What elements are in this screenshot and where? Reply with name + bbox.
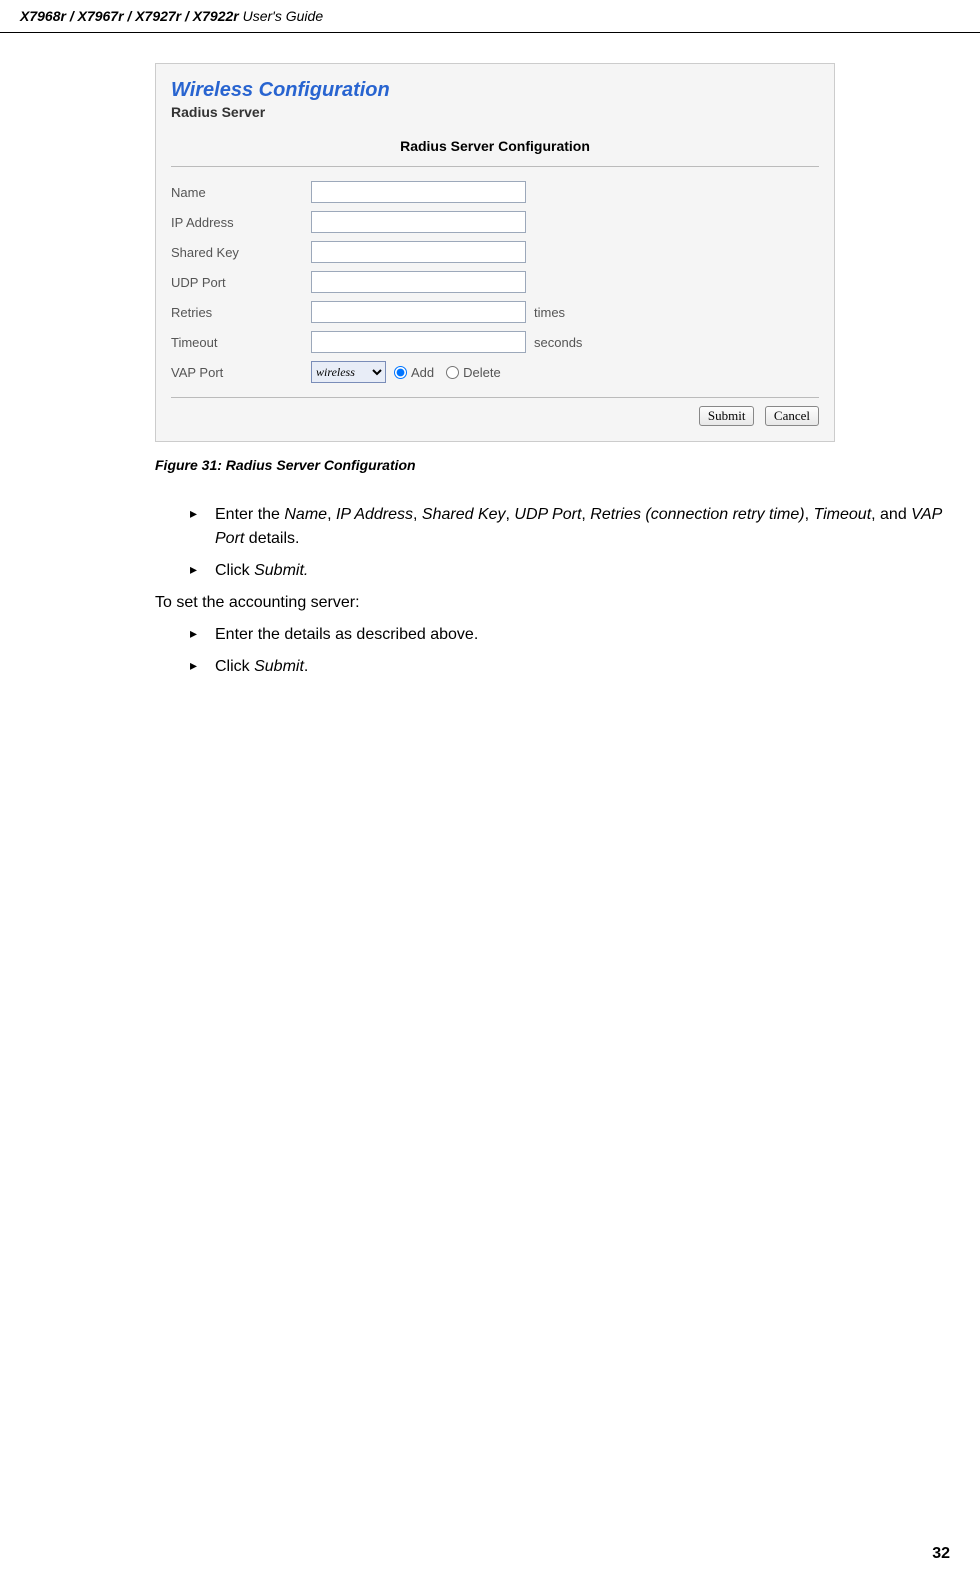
input-timeout[interactable] bbox=[311, 331, 526, 353]
label-shared-key: Shared Key bbox=[171, 245, 311, 260]
field-ref: Shared Key bbox=[422, 506, 506, 523]
label-name: Name bbox=[171, 185, 311, 200]
label-udp: UDP Port bbox=[171, 275, 311, 290]
button-row: Submit Cancel bbox=[156, 398, 834, 431]
field-ref: UDP Port bbox=[514, 506, 581, 523]
label-ip: IP Address bbox=[171, 215, 311, 230]
suffix-retries: times bbox=[534, 305, 565, 320]
input-ip[interactable] bbox=[311, 211, 526, 233]
label-retries: Retries bbox=[171, 305, 311, 320]
field-ref: Retries (connection retry time) bbox=[590, 506, 804, 523]
select-vap[interactable]: wireless bbox=[311, 361, 386, 383]
wireless-config-title: Wireless Configuration bbox=[156, 64, 834, 104]
text: Click bbox=[215, 658, 254, 675]
document-header: X7968r / X7967r / X7927r / X7922r User's… bbox=[0, 0, 980, 33]
row-shared-key: Shared Key bbox=[171, 237, 819, 267]
row-ip: IP Address bbox=[171, 207, 819, 237]
instruction-item-1: Enter the Name, IP Address, Shared Key, … bbox=[190, 503, 960, 551]
page-number: 32 bbox=[932, 1545, 950, 1563]
instruction-item-4: Click Submit. bbox=[190, 655, 960, 679]
figure-caption: Figure 31: Radius Server Configuration bbox=[155, 457, 960, 473]
text: details. bbox=[244, 530, 299, 547]
radio-add[interactable] bbox=[394, 366, 407, 379]
header-rest: User's Guide bbox=[239, 8, 323, 24]
instruction-item-3: Enter the details as described above. bbox=[190, 623, 960, 647]
radio-delete[interactable] bbox=[446, 366, 459, 379]
text: Enter the bbox=[215, 506, 284, 523]
input-name[interactable] bbox=[311, 181, 526, 203]
form-table: Name IP Address Shared Key UDP Port Retr… bbox=[156, 167, 834, 397]
row-timeout: Timeout seconds bbox=[171, 327, 819, 357]
input-udp[interactable] bbox=[311, 271, 526, 293]
row-udp: UDP Port bbox=[171, 267, 819, 297]
text: Click bbox=[215, 562, 254, 579]
row-vap: VAP Port wireless Add Delete bbox=[171, 357, 819, 387]
instruction-list-2: Enter the details as described above. Cl… bbox=[155, 623, 960, 679]
label-add: Add bbox=[411, 365, 434, 380]
row-retries: Retries times bbox=[171, 297, 819, 327]
instruction-list-1: Enter the Name, IP Address, Shared Key, … bbox=[155, 503, 960, 583]
header-bold: X7968r / X7967r / X7927r / X7922r bbox=[20, 8, 239, 24]
section-header: Radius Server Configuration bbox=[156, 128, 834, 166]
radio-group-vap: Add Delete bbox=[394, 365, 501, 380]
cancel-button[interactable]: Cancel bbox=[765, 406, 819, 426]
text: , and bbox=[871, 506, 911, 523]
content-area: Wireless Configuration Radius Server Rad… bbox=[0, 33, 980, 707]
row-name: Name bbox=[171, 177, 819, 207]
button-ref: Submit. bbox=[254, 562, 308, 579]
instruction-item-2: Click Submit. bbox=[190, 559, 960, 583]
suffix-timeout: seconds bbox=[534, 335, 582, 350]
label-vap: VAP Port bbox=[171, 365, 311, 380]
label-delete: Delete bbox=[463, 365, 501, 380]
submit-button[interactable]: Submit bbox=[699, 406, 755, 426]
body-text: To set the accounting server: bbox=[155, 591, 960, 615]
config-screenshot: Wireless Configuration Radius Server Rad… bbox=[155, 63, 835, 442]
field-ref: Name bbox=[284, 506, 327, 523]
label-timeout: Timeout bbox=[171, 335, 311, 350]
input-shared-key[interactable] bbox=[311, 241, 526, 263]
input-retries[interactable] bbox=[311, 301, 526, 323]
field-ref: Timeout bbox=[813, 506, 871, 523]
field-ref: IP Address bbox=[336, 506, 413, 523]
button-ref: Submit bbox=[254, 658, 304, 675]
radius-server-subtitle: Radius Server bbox=[156, 104, 834, 128]
text: . bbox=[304, 658, 308, 675]
